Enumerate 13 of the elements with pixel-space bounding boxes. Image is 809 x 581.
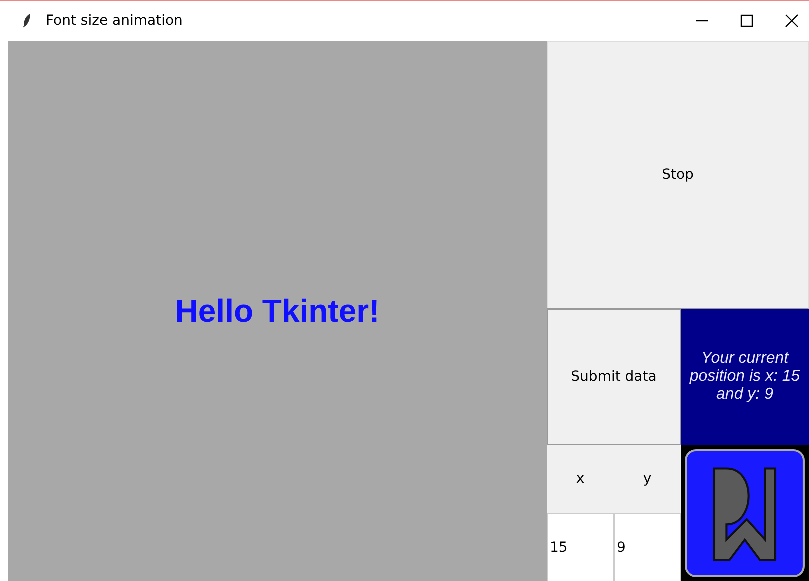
logo-icon	[684, 448, 806, 579]
feather-icon	[22, 13, 32, 29]
window-title: Font size animation	[46, 13, 183, 29]
y-field[interactable]: 9	[614, 513, 681, 581]
stop-button[interactable]: Stop	[547, 41, 809, 309]
submit-button[interactable]: Submit data	[547, 309, 681, 445]
y-label: y	[643, 471, 652, 487]
x-field[interactable]: 15	[547, 513, 614, 581]
maximize-icon[interactable]	[740, 14, 754, 28]
position-label: Your current position is x: 15 and y: 9	[681, 309, 809, 445]
close-icon[interactable]	[785, 14, 799, 28]
canvas-text: Hello Tkinter!	[175, 293, 380, 330]
x-label: x	[576, 471, 585, 487]
